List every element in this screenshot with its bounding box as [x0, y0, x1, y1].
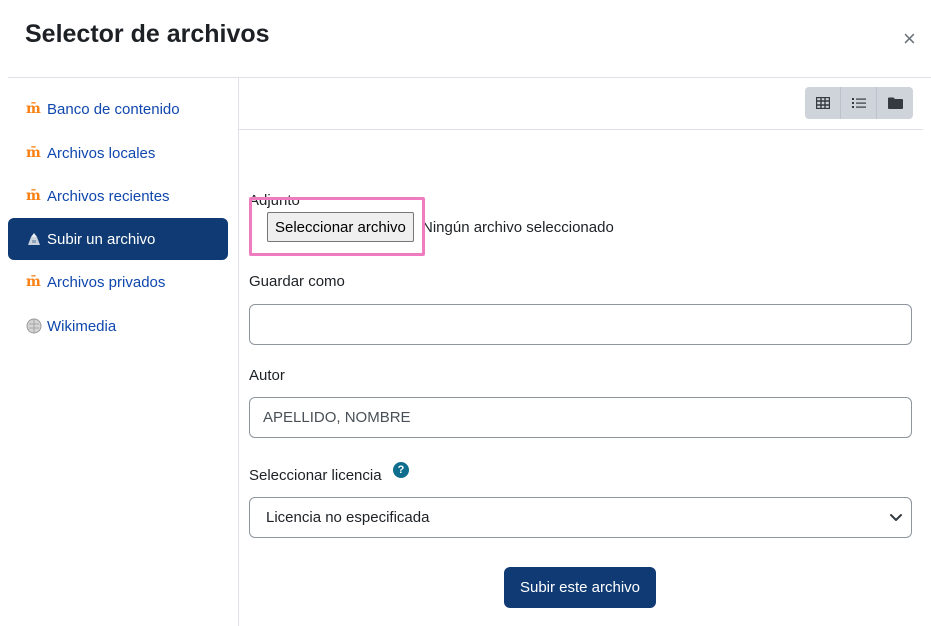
upload-icon	[26, 231, 44, 247]
moodle-icon: m̄	[26, 101, 41, 117]
list-view-icon[interactable]	[841, 87, 877, 119]
attachment-label: Adjunto	[249, 192, 300, 209]
moodle-icon: m̄	[26, 145, 41, 161]
sidebar-item-archivos-locales[interactable]: m̄ Archivos locales	[8, 132, 228, 174]
sidebar-item-archivos-recientes[interactable]: m̄ Archivos recientes	[8, 175, 228, 217]
dialog-header: Selector de archivos ×	[8, 10, 931, 78]
moodle-icon: m̄	[26, 188, 41, 204]
author-label: Autor	[249, 367, 285, 384]
close-icon[interactable]: ×	[903, 28, 916, 50]
help-icon[interactable]: ?	[393, 462, 409, 478]
sidebar-item-archivos-privados[interactable]: m̄ Archivos privados	[8, 261, 228, 303]
view-toggle-group	[805, 87, 913, 119]
view-toolbar	[238, 77, 923, 130]
moodle-icon: m̄	[26, 274, 41, 290]
sidebar-item-label: Archivos privados	[47, 273, 166, 291]
license-label: Seleccionar licencia	[249, 467, 382, 484]
save-as-input[interactable]	[249, 304, 912, 345]
sidebar-item-label: Subir un archivo	[47, 230, 156, 248]
grid-view-icon[interactable]	[805, 87, 841, 119]
sidebar-item-label: Wikimedia	[47, 317, 117, 335]
content-panel	[238, 77, 923, 626]
dialog-title: Selector de archivos	[25, 20, 270, 48]
folder-view-icon[interactable]	[877, 87, 913, 119]
sidebar-item-banco-de-contenido[interactable]: m̄ Banco de contenido	[8, 88, 228, 130]
chevron-down-icon	[889, 510, 903, 528]
upload-file-button[interactable]: Subir este archivo	[504, 567, 656, 608]
save-as-label: Guardar como	[249, 273, 345, 290]
select-file-button[interactable]: Seleccionar archivo	[267, 212, 414, 242]
sidebar-item-label: Archivos recientes	[47, 187, 170, 205]
author-input[interactable]	[249, 397, 912, 438]
sidebar-item-wikimedia[interactable]: Wikimedia	[8, 305, 228, 347]
license-selected-value: Licencia no especificada	[266, 509, 430, 526]
license-select[interactable]: Licencia no especificada	[249, 497, 912, 538]
sidebar-item-label: Banco de contenido	[47, 100, 180, 118]
wikimedia-icon	[26, 318, 44, 334]
file-status-text: Ningún archivo seleccionado	[422, 219, 614, 236]
sidebar-item-label: Archivos locales	[47, 144, 156, 162]
sidebar-item-subir-un-archivo[interactable]: Subir un archivo	[8, 218, 228, 260]
